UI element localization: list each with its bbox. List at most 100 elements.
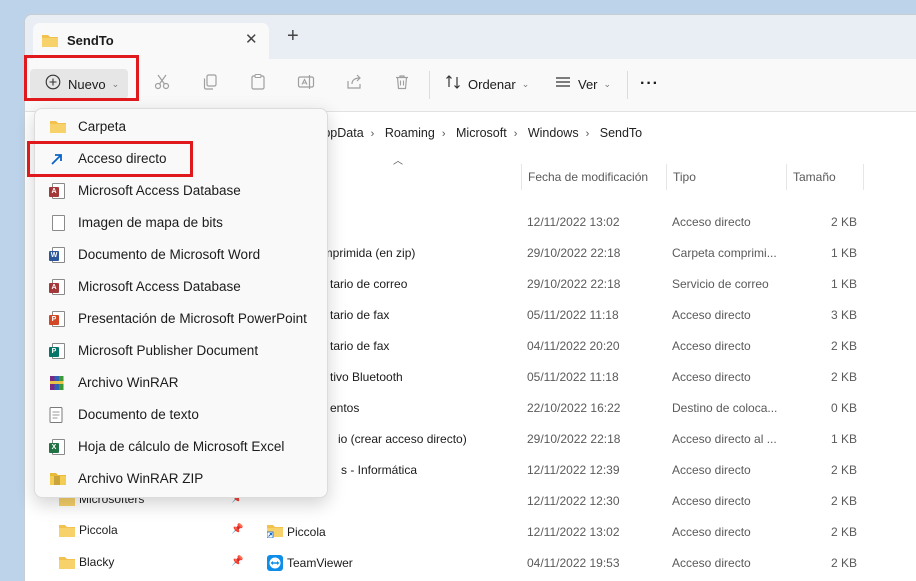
file-type: Acceso directo: [672, 370, 751, 384]
menu-item-access-database[interactable]: A Microsoft Access Database: [39, 176, 323, 206]
menu-item-label: Microsoft Publisher Document: [78, 343, 259, 358]
file-date: 29/10/2022 22:18: [527, 277, 621, 291]
table-row[interactable]: tario de fax 04/11/2022 20:20 Acceso dir…: [253, 332, 916, 363]
file-date: 05/11/2022 11:18: [527, 370, 619, 384]
file-date: 12/11/2022 12:30: [527, 494, 620, 508]
winrar-zip-icon: [49, 471, 67, 487]
file-type: Acceso directo: [672, 308, 751, 322]
table-row[interactable]: entos 22/10/2022 16:22 Destino de coloca…: [253, 394, 916, 425]
menu-item-access-database[interactable]: A Microsoft Access Database: [39, 272, 323, 302]
menu-item-shortcut[interactable]: Acceso directo: [39, 144, 323, 174]
file-type: Acceso directo al ...: [672, 432, 777, 446]
file-name: s - Informática: [341, 463, 418, 477]
menu-item-powerpoint[interactable]: P Presentación de Microsoft PowerPoint: [39, 304, 323, 334]
file-size: 1 KB: [830, 246, 857, 260]
menu-item-folder[interactable]: Carpeta: [39, 112, 323, 142]
table-row[interactable]: comprimida (en zip) 29/10/2022 22:18 Car…: [253, 239, 916, 270]
shortcut-icon: [49, 151, 67, 167]
menu-item-label: Archivo WinRAR ZIP: [78, 471, 204, 486]
chevron-right-icon: ›: [585, 128, 590, 140]
folder-icon: [59, 556, 75, 572]
column-header-type[interactable]: Tipo: [666, 164, 781, 190]
menu-item-excel[interactable]: X Hoja de cálculo de Microsoft Excel: [39, 432, 323, 462]
new-tab-button[interactable]: +: [287, 26, 299, 46]
delete-button[interactable]: [393, 69, 411, 99]
file-type: Acceso directo: [672, 525, 751, 539]
file-size: 0 KB: [830, 401, 857, 415]
view-button[interactable]: Ver ⌄: [555, 69, 611, 99]
menu-item-bitmap[interactable]: Imagen de mapa de bits: [39, 208, 323, 238]
file-type: Acceso directo: [672, 463, 751, 477]
file-date: 12/11/2022 13:02: [527, 525, 620, 539]
table-row[interactable]: TeamViewer 04/11/2022 19:53 Acceso direc…: [253, 549, 916, 580]
copy-icon: [201, 73, 219, 96]
text-document-icon: [49, 407, 67, 423]
menu-item-label: Archivo WinRAR: [78, 375, 179, 390]
cut-button[interactable]: [153, 69, 171, 99]
menu-item-label: Hoja de cálculo de Microsoft Excel: [78, 439, 285, 454]
menu-item-winrar-zip[interactable]: Archivo WinRAR ZIP: [39, 464, 323, 494]
copy-button[interactable]: [201, 69, 219, 99]
file-name: tario de correo: [330, 277, 408, 291]
table-row[interactable]: io (crear acceso directo) 29/10/2022 22:…: [253, 425, 916, 456]
sort-label: Ordenar: [468, 76, 516, 92]
table-row[interactable]: tario de correo 29/10/2022 22:18 Servici…: [253, 270, 916, 301]
file-size: 2 KB: [830, 370, 857, 384]
breadcrumb-item[interactable]: Roaming: [385, 126, 435, 140]
folder-icon: [41, 33, 59, 53]
file-date: 29/10/2022 22:18: [527, 432, 621, 446]
menu-item-winrar[interactable]: Archivo WinRAR: [39, 368, 323, 398]
nav-item-label: Piccola: [79, 523, 118, 537]
file-size: 1 KB: [830, 277, 857, 291]
new-item-menu: Carpeta Acceso directo A Microsoft Acces…: [34, 108, 328, 498]
chevron-right-icon: ›: [441, 128, 446, 140]
table-row[interactable]: tivo Bluetooth 05/11/2022 11:18 Acceso d…: [253, 363, 916, 394]
clipboard-icon: [249, 73, 267, 96]
paste-button[interactable]: [249, 69, 267, 99]
more-options-button[interactable]: ···: [640, 69, 659, 99]
file-date: 12/11/2022 12:39: [527, 463, 620, 477]
menu-item-label: Carpeta: [78, 119, 127, 134]
tab-title: SendTo: [67, 33, 114, 48]
toolbar-divider: [627, 71, 628, 99]
file-date: 22/10/2022 16:22: [527, 401, 621, 415]
file-size: 1 KB: [830, 432, 857, 446]
column-header-date[interactable]: Fecha de modificación: [521, 164, 668, 190]
table-row[interactable]: 12/11/2022 13:02 Acceso directo 2 KB: [253, 208, 916, 239]
breadcrumb-item[interactable]: Microsoft: [456, 126, 507, 140]
file-date: 04/11/2022 19:53: [527, 556, 620, 570]
menu-item-publisher[interactable]: P Microsoft Publisher Document: [39, 336, 323, 366]
new-button[interactable]: Nuevo ⌄: [30, 69, 128, 99]
table-row[interactable]: Piccola 12/11/2022 13:02 Acceso directo …: [253, 518, 916, 549]
table-row[interactable]: 12/11/2022 12:30 Acceso directo 2 KB: [253, 487, 916, 518]
breadcrumb-item[interactable]: SendTo: [600, 126, 642, 140]
menu-item-word[interactable]: W Documento de Microsoft Word: [39, 240, 323, 270]
bitmap-icon: [49, 215, 67, 231]
nav-item-label: Blacky: [79, 555, 115, 569]
table-row[interactable]: s - Informática 12/11/2022 12:39 Acceso …: [253, 456, 916, 487]
file-name: Piccola: [287, 525, 326, 539]
share-button[interactable]: [345, 69, 363, 99]
excel-icon: X: [49, 439, 67, 455]
new-button-label: Nuevo: [68, 76, 106, 92]
teamviewer-icon: [267, 555, 283, 574]
menu-item-text-document[interactable]: Documento de texto: [39, 400, 323, 430]
tab-bar: SendTo ✕ +: [25, 15, 916, 59]
folder-icon: [49, 119, 67, 135]
sort-button[interactable]: Ordenar ⌄: [445, 69, 529, 99]
file-name: tivo Bluetooth: [330, 370, 403, 384]
menu-item-label: Documento de texto: [78, 407, 199, 422]
column-header-size[interactable]: Tamaño: [786, 164, 864, 190]
breadcrumb-item[interactable]: Windows: [528, 126, 579, 140]
table-row[interactable]: tario de fax 05/11/2022 11:18 Acceso dir…: [253, 301, 916, 332]
close-tab-button[interactable]: ✕: [245, 30, 258, 48]
powerpoint-icon: P: [49, 311, 67, 327]
share-icon: [345, 73, 363, 96]
rename-button[interactable]: [297, 69, 315, 99]
file-size: 2 KB: [830, 525, 857, 539]
menu-item-label: Documento de Microsoft Word: [78, 247, 261, 262]
tab-sendto[interactable]: SendTo ✕: [33, 23, 269, 59]
file-name: io (crear acceso directo): [338, 432, 467, 446]
file-name: tario de fax: [330, 308, 390, 322]
folder-icon: [59, 524, 75, 540]
